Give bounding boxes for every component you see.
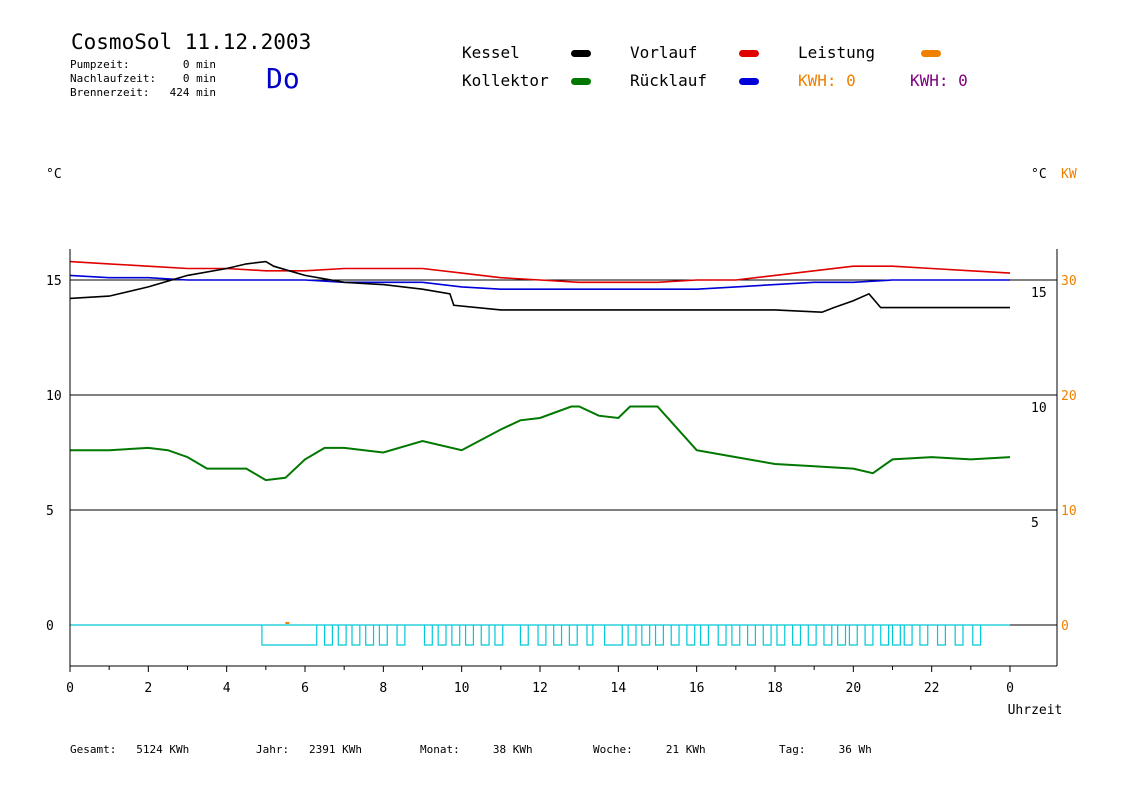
y-right-kw-tick-label: 30 [1061, 274, 1077, 289]
footer-value: 21 KWh [665, 743, 706, 756]
x-tick-label: 10 [454, 681, 470, 696]
y-right-kw-tick-label: 0 [1061, 619, 1069, 634]
footer-monat: Monat: 38 KWh [420, 743, 533, 756]
pump-pulse [378, 625, 388, 646]
pump-pulse [670, 625, 680, 646]
pump-pulse [972, 625, 982, 646]
footer-value: 38 KWh [492, 743, 533, 756]
x-tick-label: 22 [924, 681, 940, 696]
footer-value: 2391 KWh [309, 743, 362, 756]
footer-label: Woche: [593, 743, 633, 756]
pump-pulse [776, 625, 786, 646]
pump-pulse [864, 625, 874, 646]
pump-pulse [731, 625, 741, 646]
x-tick-label: 18 [767, 681, 783, 696]
pump-pulse [451, 625, 461, 646]
pump-pulse [437, 625, 447, 646]
x-tick-label: 6 [301, 681, 309, 696]
y-left-tick-label: 10 [46, 389, 62, 404]
pump-pulse [604, 625, 623, 646]
y-left-tick-label: 0 [46, 619, 54, 634]
pump-pulse [480, 625, 490, 646]
pump-pulse [553, 625, 563, 646]
x-tick-label: 0 [1006, 681, 1014, 696]
footer-label: Monat: [420, 743, 460, 756]
pump-pulse [903, 625, 913, 646]
y-left-tick-label: 15 [46, 274, 62, 289]
pump-pulse [627, 625, 637, 646]
pump-pulse [423, 625, 433, 646]
footer-label: Gesamt: [70, 743, 117, 756]
pump-pulse [746, 625, 757, 646]
footer-jahr: Jahr: 2391 KWh [256, 743, 362, 756]
footer-tag: Tag: 36 Wh [779, 743, 872, 756]
pump-pulse [699, 625, 710, 646]
pump-pulse [807, 625, 817, 646]
kollektor-series-line [70, 405, 1011, 482]
pump-pulse [568, 625, 578, 646]
x-tick-label: 12 [532, 681, 548, 696]
pump-pulse [261, 625, 318, 646]
footer-gesamt: Gesamt: 5124 KWh [70, 743, 189, 756]
x-tick-label: 2 [144, 681, 152, 696]
footer-value: 5124 KWh [136, 743, 190, 756]
pump-pulse [351, 625, 361, 646]
x-tick-label: 20 [846, 681, 862, 696]
pump-pulse [654, 625, 664, 646]
pump-pulse [537, 625, 547, 646]
pump-pulse [762, 625, 772, 646]
y-right-kw-tick-label: 20 [1061, 389, 1077, 404]
pump-pulse [823, 625, 833, 646]
pump-pulse [641, 625, 651, 646]
pump-pulse [880, 625, 890, 646]
pump-pulse [519, 625, 529, 646]
pump-pulse [936, 625, 946, 646]
pump-pulse [717, 625, 727, 646]
y-left-tick-label: 5 [46, 504, 54, 519]
y-right-inner-tick-label: 10 [1031, 401, 1047, 416]
y-right-inner-tick-label: 5 [1031, 516, 1039, 531]
temperature-chart: 0 2 4 6 8 10 12 14 16 18 20 22 0 Uhrzeit 0 5 10 15 5 10 15 0 1… [46, 249, 1077, 718]
pump-pulse [919, 625, 929, 646]
pump-pulse [494, 625, 504, 646]
pump-pulse [365, 625, 375, 646]
footer-label: Jahr: [256, 743, 290, 756]
pump-pulse [323, 625, 334, 646]
ruecklauf-series-line [69, 274, 1010, 291]
pump-pulse [891, 625, 901, 646]
pump-pulse [837, 625, 847, 646]
footer-woche: Woche: 21 KWh [593, 743, 706, 756]
pump-pulse [954, 625, 964, 646]
pump-pulse [337, 625, 347, 646]
pump-pulse [686, 625, 696, 646]
x-tick-label: 0 [66, 681, 74, 696]
x-tick-label: 16 [689, 681, 705, 696]
pump-pulse [464, 625, 475, 646]
x-axis-title: Uhrzeit [1008, 703, 1063, 718]
pump-pulse [792, 625, 802, 646]
y-right-kw-tick-label: 10 [1061, 504, 1077, 519]
pump-pulse [396, 625, 406, 646]
x-tick-label: 8 [379, 681, 387, 696]
x-tick-label: 4 [223, 681, 231, 696]
footer-label: Tag: [779, 743, 806, 756]
pump-pulse [848, 625, 858, 646]
y-right-inner-tick-label: 15 [1031, 286, 1047, 301]
pump-pulse [586, 625, 594, 646]
footer-value: 36 Wh [838, 743, 872, 756]
x-tick-label: 14 [611, 681, 627, 696]
